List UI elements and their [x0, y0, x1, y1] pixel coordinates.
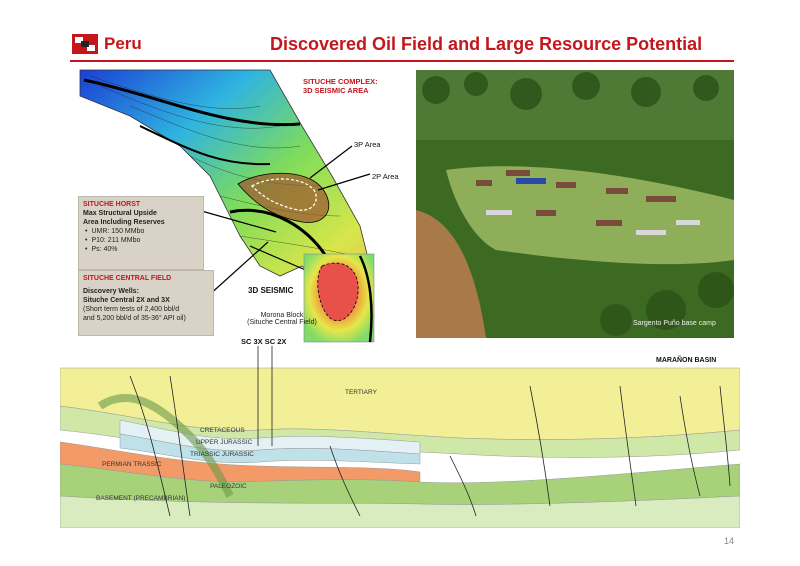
discovery-wells-names: Situche Central 2X and 3X: [83, 297, 170, 304]
photo-caption: Sargento Puño base camp: [633, 320, 716, 327]
title-divider: [70, 60, 734, 62]
cretaceous-label: CRETACEOUS: [200, 427, 245, 434]
horst-bullet: P10: 211 MMbo: [91, 236, 199, 245]
brand-name: Peru: [104, 34, 142, 53]
geologic-cross-section: MARAÑON BASIN TERTIARY CRETACEOUS UPPER …: [60, 346, 740, 528]
basement-label: BASEMENT (PRECAMBRIAN): [96, 495, 185, 502]
horst-subtitle: Max Structural Upside Area Including Res…: [83, 210, 165, 226]
base-camp-aerial-photo: [416, 70, 734, 338]
tests-line: (Short term tests of 2,400 bbl/d: [83, 306, 180, 313]
situche-complex-label: SITUCHE COMPLEX: 3D SEISMIC AREA: [303, 77, 378, 95]
3d-seismic-label: 3D SEISMIC: [248, 286, 294, 295]
horst-heading: SITUCHE HORST: [83, 201, 141, 208]
horst-bullet: UMR: 150 MMbo: [91, 227, 199, 236]
permian-trassic-label: PERMIAN TRASSIC: [102, 461, 162, 468]
tests-line: and 5,200 bbl/d of 35-36° API oil): [83, 315, 186, 322]
horst-bullets: UMR: 150 MMbo P10: 211 MMbo Ps: 40%: [83, 227, 199, 254]
morona-block-label: Morona Block (Situche Central Field): [247, 312, 317, 326]
page-title: Discovered Oil Field and Large Resource …: [270, 34, 703, 54]
3p-area-label: 3P Area: [354, 140, 381, 149]
basin-label: MARAÑON BASIN: [656, 355, 716, 364]
upper-jurassic-label: UPPER JURASSIC: [196, 439, 253, 446]
central-field-heading: SITUCHE CENTRAL FIELD: [83, 275, 172, 282]
paleozoic-label: PALEOZOIC: [210, 483, 247, 490]
page-number: 14: [723, 536, 734, 546]
company-logo: [72, 34, 98, 54]
tertiary-label: TERTIARY: [345, 389, 378, 396]
2p-area-label: 2P Area: [372, 172, 399, 181]
triassic-jurassic-label: TRIASSIC JURASSIC: [190, 451, 254, 458]
wells-label: SC 3X SC 2X: [241, 337, 287, 346]
discovery-wells-title: Discovery Wells:: [83, 288, 139, 295]
situche-horst-box: SITUCHE HORST Max Structural Upside Area…: [78, 196, 204, 270]
situche-central-field-box: SITUCHE CENTRAL FIELD Discovery Wells: S…: [78, 270, 214, 336]
horst-bullet: Ps: 40%: [91, 245, 199, 254]
